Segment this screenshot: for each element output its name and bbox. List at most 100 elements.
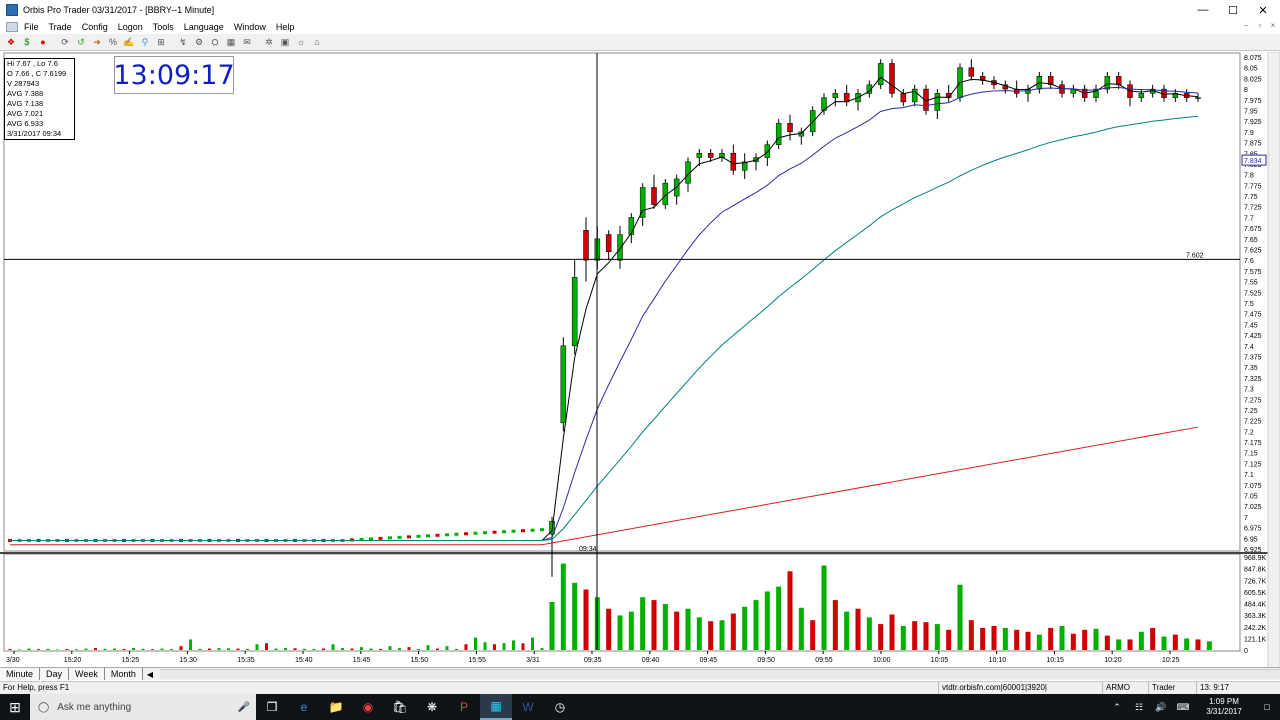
minimize-button[interactable]: — (1188, 0, 1218, 20)
preopen-volume-bar (94, 648, 97, 650)
percent-icon[interactable]: % (106, 35, 120, 49)
app-icon-generic[interactable]: ❋ (416, 694, 448, 720)
chart-area[interactable]: 8.075 8.05 8.025 8 7.975 7.95 7.925 7.9 7.875 7.8… (0, 51, 1280, 669)
volume-bar (583, 589, 589, 650)
volume-bar (549, 602, 555, 650)
task-view-icon[interactable]: ❒ (256, 694, 288, 720)
chrome-icon[interactable]: ◉ (352, 694, 384, 720)
time-axis-label: 15:40 (295, 657, 313, 664)
menu-window[interactable]: Window (234, 22, 266, 32)
volume-bar (742, 606, 748, 650)
network-icon[interactable]: ☷ (1128, 702, 1150, 713)
mdi-restore-button[interactable]: ▫ (1254, 21, 1266, 33)
preopen-volume-bar (331, 644, 335, 650)
draw-line-icon[interactable]: ➜ (90, 35, 104, 49)
tab-scroll-left-icon[interactable]: ◀ (147, 670, 153, 679)
volume-icon[interactable]: 🔊 (1150, 702, 1172, 713)
cortana-search-box[interactable]: ◯ Ask me anything 🎤 (30, 694, 256, 720)
tab-minute[interactable]: Minute (0, 668, 41, 680)
orbis-trader-taskbar-icon[interactable]: ▦ (480, 694, 512, 720)
preopen-volume-bar (236, 648, 240, 650)
options-icon[interactable]: ☼ (294, 35, 308, 49)
info-avg-1: AVG 7.388 (7, 89, 44, 98)
time-axis-label: 10:15 (1046, 657, 1064, 664)
preopen-volume-bar (540, 648, 544, 650)
menu-file[interactable]: File (24, 22, 39, 32)
crosshair-price-label: 7.602 (1186, 252, 1204, 259)
price-axis-label: 8.075 (1244, 55, 1262, 62)
mdi-minimize-button[interactable]: – (1240, 21, 1252, 33)
windows-taskbar: ⊞ ◯ Ask me anything 🎤 ❒ e 📁 ◉ 🛍 ❋ P ▦ W … (0, 694, 1280, 720)
title-bar: Orbis Pro Trader 03/31/2017 - [BBRY--1 M… (0, 0, 1280, 20)
preopen-candle (483, 531, 487, 535)
preopen-volume-bar (75, 649, 78, 650)
show-hidden-icons-icon[interactable]: ⌃ (1106, 702, 1128, 713)
candle-body (775, 123, 782, 145)
clock-app-icon[interactable]: ◷ (544, 694, 576, 720)
info-datetime: 3/31/2017 09:34 (7, 129, 62, 138)
connect-icon[interactable]: ❖ (4, 35, 18, 49)
volume-axis-label: 605.5K (1244, 590, 1267, 597)
vertical-scrollbar (1267, 51, 1280, 669)
preopen-volume-bar (502, 643, 506, 650)
preopen-candle (407, 535, 411, 539)
preopen-candle (530, 528, 535, 532)
grid-icon[interactable]: ⊞ (154, 35, 168, 49)
zoom-icon[interactable]: ⚲ (138, 35, 152, 49)
maximize-button[interactable]: ☐ (1218, 0, 1248, 20)
gear-icon[interactable]: ✲ (262, 35, 276, 49)
tools-icon[interactable]: ⚙ (192, 35, 206, 49)
volume-axis-label: 0 (1244, 648, 1248, 655)
mdi-chart-icon[interactable] (6, 22, 18, 32)
file-explorer-icon[interactable]: 📁 (320, 694, 352, 720)
tab-week[interactable]: Week (69, 668, 105, 680)
candle-body (707, 153, 714, 158)
microphone-icon[interactable]: 🎤 (238, 702, 250, 713)
edge-browser-icon[interactable]: e (288, 694, 320, 720)
mdi-close-button[interactable]: × (1267, 21, 1279, 33)
menu-language[interactable]: Language (184, 22, 224, 32)
price-chart[interactable]: 8.075 8.05 8.025 8 7.975 7.95 7.925 7.9 7.875 7.8… (0, 51, 1280, 669)
store-icon[interactable]: 🛍 (384, 694, 416, 720)
action-center-icon[interactable]: □ (1254, 702, 1280, 712)
tab-day[interactable]: Day (40, 668, 70, 680)
time-axis-label: 15:20 (64, 657, 82, 664)
menu-config[interactable]: Config (82, 22, 108, 32)
preopen-volume-bar (37, 649, 40, 650)
crosshair-icon[interactable]: ✍ (122, 35, 136, 49)
dollar-icon[interactable]: $ (20, 35, 34, 49)
home-icon[interactable]: ⌂ (310, 35, 324, 49)
preopen-candle (521, 529, 525, 533)
taskbar-clock[interactable]: 1:09 PM 3/31/2017 (1194, 697, 1254, 717)
menu-logon[interactable]: Logon (118, 22, 143, 32)
candle-body (934, 93, 941, 111)
price-axis-label: 7.475 (1244, 312, 1262, 319)
keyboard-icon[interactable]: ⌨ (1172, 702, 1194, 713)
chart-icon[interactable]: ↯ (176, 35, 190, 49)
preopen-volume-bar (160, 648, 164, 650)
volume-bar (810, 620, 816, 650)
volume-bar (798, 607, 804, 650)
word-icon[interactable]: W (512, 694, 544, 720)
preopen-volume-bar (531, 637, 534, 650)
windows-start-icon[interactable]: ⊞ (0, 694, 30, 720)
preopen-candle (464, 532, 468, 536)
preopen-volume-bar (512, 640, 515, 650)
ema-slow-line (10, 115, 1199, 541)
volume-axis-label: 726.7K (1244, 578, 1267, 585)
volume-axis-label: 968.9K (1244, 555, 1267, 562)
zoom-out-icon[interactable]: ↺ (74, 35, 88, 49)
powerpoint-icon[interactable]: P (448, 694, 480, 720)
close-button[interactable]: ✕ (1248, 0, 1278, 20)
menu-help[interactable]: Help (276, 22, 295, 32)
settings-icon[interactable]: ⛭ (208, 35, 222, 49)
mail-icon[interactable]: ✉ (240, 35, 254, 49)
stop-icon[interactable]: ● (36, 35, 50, 49)
refresh-icon[interactable]: ⟳ (58, 35, 72, 49)
menu-trade[interactable]: Trade (49, 22, 72, 32)
horizontal-scrollbar[interactable] (160, 669, 1280, 679)
menu-tools[interactable]: Tools (153, 22, 174, 32)
window-icon[interactable]: ▦ (224, 35, 238, 49)
layout-icon[interactable]: ▣ (278, 35, 292, 49)
tab-month[interactable]: Month (104, 668, 143, 680)
